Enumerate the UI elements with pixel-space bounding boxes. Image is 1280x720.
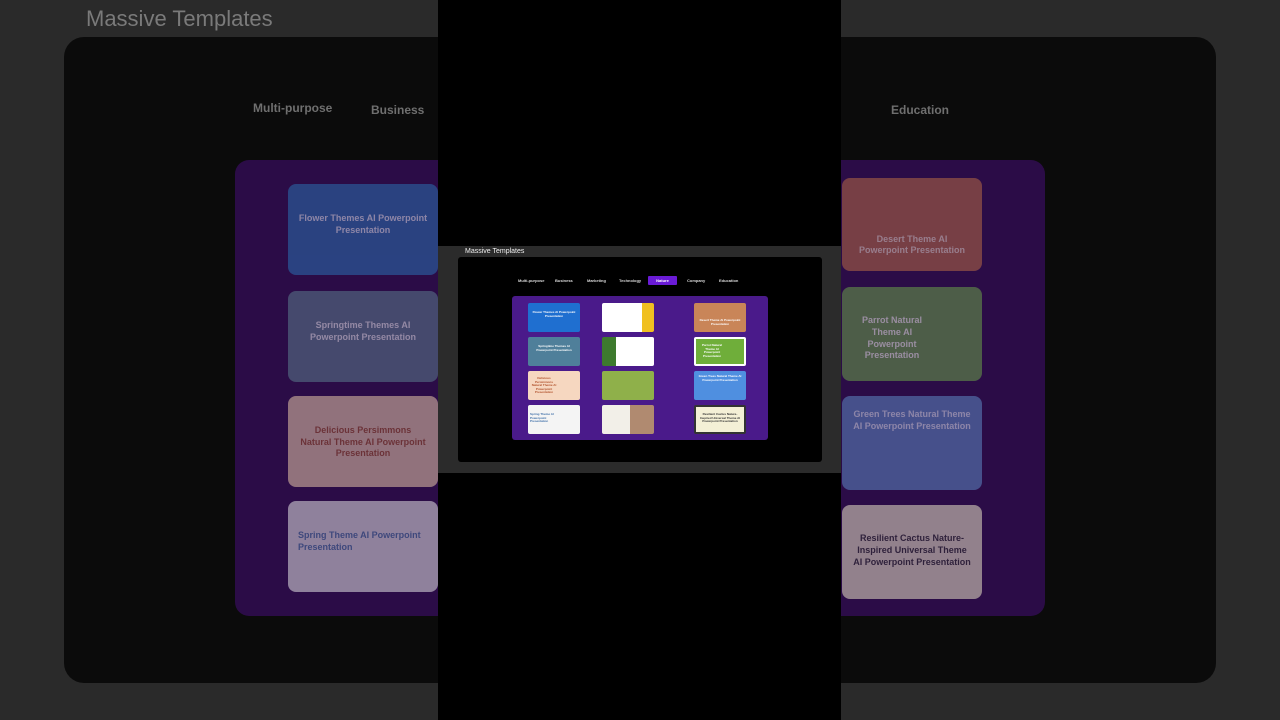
- bg-card-parrot: Parrot Natural Theme AI Powerpoint Prese…: [842, 287, 982, 381]
- tab-education[interactable]: Education: [715, 276, 742, 285]
- card-parrot-theme[interactable]: Parrot Natural Theme AI Powerpoint Prese…: [694, 337, 746, 366]
- card-spring-theme[interactable]: Spring Theme AI Powerpoint Presentation: [528, 405, 580, 434]
- template-grid: Flower Themes AI Powerpoint Presentation…: [512, 296, 768, 440]
- bg-tab-education: Education: [891, 103, 950, 117]
- card-resilient-cactus[interactable]: Resilient Cactus Nature-Inspired Univers…: [694, 405, 746, 434]
- bg-card-cactus: Resilient Cactus Nature-Inspired Univers…: [842, 505, 982, 599]
- card-flower-themes[interactable]: Flower Themes AI Powerpoint Presentation: [528, 303, 580, 332]
- card-template-yellow[interactable]: [602, 303, 654, 332]
- bg-card-desert: Desert Theme AI Powerpoint Presentation: [842, 178, 982, 271]
- bg-card-springtime: Springtime Themes AI Powerpoint Presenta…: [288, 291, 438, 382]
- bg-tab-multipurpose: Multi-purpose: [253, 101, 333, 115]
- bg-card-green-trees: Green Trees Natural Theme AI Powerpoint …: [842, 396, 982, 490]
- card-desert-theme[interactable]: Desert Theme AI Powerpoint Presentation: [694, 303, 746, 332]
- bg-tab-business: Business: [371, 103, 425, 117]
- card-template-butterfly[interactable]: [602, 405, 654, 434]
- tab-marketing[interactable]: Marketing: [583, 276, 610, 285]
- card-springtime-themes[interactable]: Springtime Themes AI Powerpoint Presenta…: [528, 337, 580, 366]
- tab-multi-purpose[interactable]: Multi-purpose: [514, 276, 548, 285]
- bg-card-spring: Spring Theme AI Powerpoint Presentation: [288, 501, 438, 592]
- card-green-trees[interactable]: Green Trees Natural Theme AI Powerpoint …: [694, 371, 746, 400]
- tab-company[interactable]: Company: [683, 276, 709, 285]
- card-template-green-white[interactable]: [602, 337, 654, 366]
- screen: Massive Templates Multi-purpose Business…: [0, 0, 1280, 720]
- window-title: Massive Templates: [465, 248, 525, 255]
- tab-nature[interactable]: Nature: [648, 276, 677, 285]
- card-template-daisy[interactable]: [602, 371, 654, 400]
- bg-card-persimmons: Delicious Persimmons Natural Theme AI Po…: [288, 396, 438, 487]
- bg-app-title: Massive Templates: [86, 6, 273, 31]
- template-window: Massive Templates Multi-purpose Business…: [438, 246, 841, 473]
- window-body: Multi-purpose Business Marketing Technol…: [458, 257, 822, 462]
- bg-card-flower: Flower Themes AI Powerpoint Presentation: [288, 184, 438, 275]
- tab-business[interactable]: Business: [551, 276, 577, 285]
- tab-technology[interactable]: Technology: [615, 276, 645, 285]
- card-delicious-persimmons[interactable]: Delicious Persimmons Natural Theme AI Po…: [528, 371, 580, 400]
